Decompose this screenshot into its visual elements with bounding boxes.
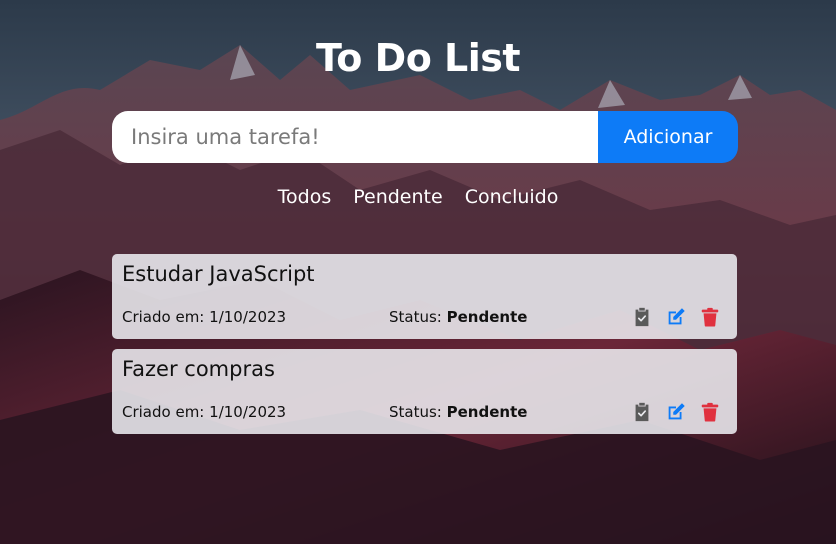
created-date: 1/10/2023: [209, 403, 287, 421]
task-created: Criado em: 1/10/2023: [122, 403, 286, 421]
edit-icon[interactable]: [665, 306, 687, 328]
task-card: Fazer compras Criado em: 1/10/2023 Statu…: [112, 349, 737, 434]
created-label: Criado em:: [122, 308, 205, 326]
filter-done[interactable]: Concluido: [465, 186, 559, 208]
task-input[interactable]: [112, 111, 598, 163]
page-title: To Do List: [315, 36, 521, 80]
filter-bar: Todos Pendente Concluido: [0, 186, 836, 208]
todo-app: To Do List Adicionar Todos Pendente Conc…: [0, 0, 836, 544]
status-value: Pendente: [446, 308, 528, 326]
task-title: Estudar JavaScript: [122, 262, 315, 286]
task-status: Status: Pendente: [389, 403, 527, 421]
created-date: 1/10/2023: [209, 308, 287, 326]
task-actions: [631, 306, 721, 328]
task-status: Status: Pendente: [389, 308, 527, 326]
status-label: Status:: [389, 308, 442, 326]
add-task-button[interactable]: Adicionar: [598, 111, 738, 163]
trash-icon[interactable]: [699, 306, 721, 328]
task-list: Estudar JavaScript Criado em: 1/10/2023 …: [112, 254, 737, 444]
filter-all[interactable]: Todos: [278, 186, 332, 208]
clipboard-check-icon[interactable]: [631, 401, 653, 423]
task-form: Adicionar: [112, 111, 738, 163]
task-card: Estudar JavaScript Criado em: 1/10/2023 …: [112, 254, 737, 339]
created-label: Criado em:: [122, 403, 205, 421]
filter-pending[interactable]: Pendente: [353, 186, 442, 208]
clipboard-check-icon[interactable]: [631, 306, 653, 328]
edit-icon[interactable]: [665, 401, 687, 423]
task-title: Fazer compras: [122, 357, 275, 381]
task-actions: [631, 401, 721, 423]
status-value: Pendente: [446, 403, 528, 421]
status-label: Status:: [389, 403, 442, 421]
trash-icon[interactable]: [699, 401, 721, 423]
task-created: Criado em: 1/10/2023: [122, 308, 286, 326]
